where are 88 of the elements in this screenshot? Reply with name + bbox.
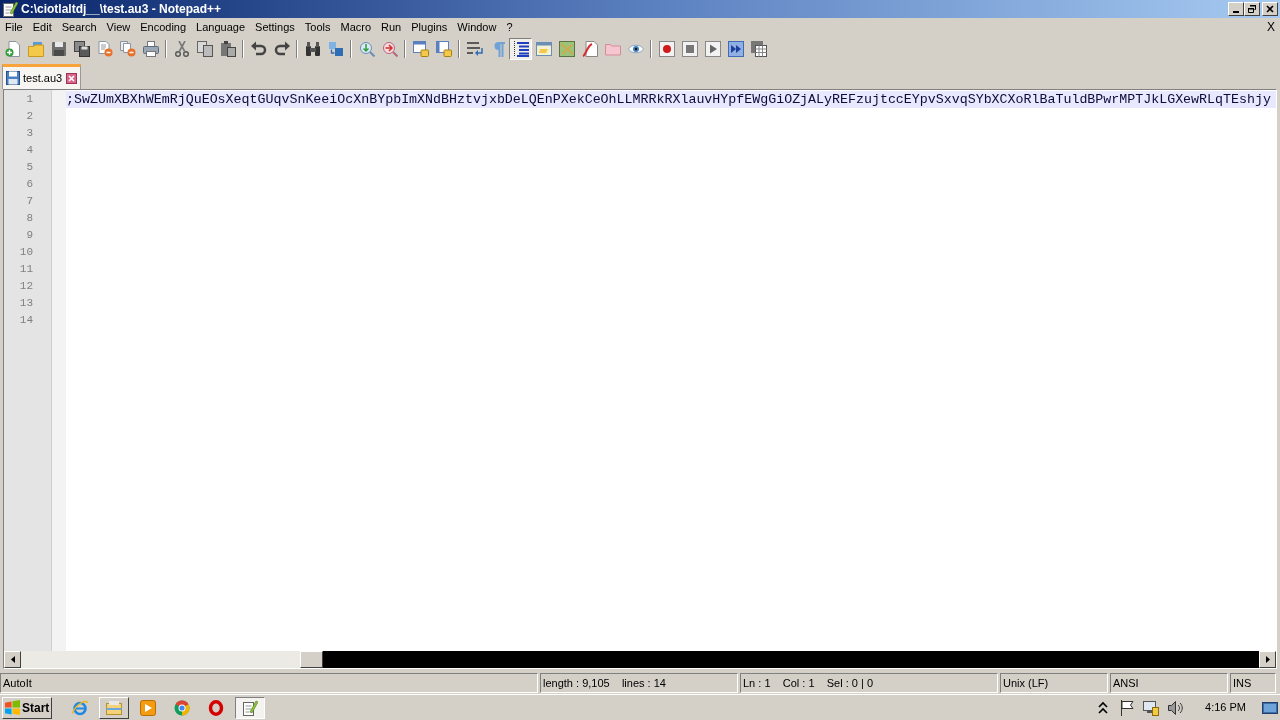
line-number: 14 [19, 315, 33, 326]
line-number: 7 [26, 196, 33, 207]
segmented-circle-icon[interactable] [174, 699, 190, 716]
line-number: 11 [19, 264, 33, 275]
line-number: 4 [26, 145, 33, 156]
notepad-icon [242, 699, 258, 716]
indent-guide-icon [512, 41, 529, 57]
line-number: 12 [19, 281, 33, 292]
play-icon[interactable] [704, 41, 721, 57]
play-tile-icon[interactable] [140, 699, 156, 716]
status-section: AutoIt [0, 673, 538, 693]
menu-item[interactable]: ? [501, 19, 518, 36]
menu-item[interactable]: Edit [27, 19, 57, 36]
line-number: 3 [26, 128, 33, 139]
undo-icon[interactable] [250, 41, 267, 57]
status-section: ANSI [1110, 673, 1228, 693]
menu-item[interactable]: Settings [250, 19, 300, 36]
right-arrow-icon [1265, 656, 1270, 663]
table-icon[interactable] [750, 41, 767, 57]
start-button[interactable]: Start [2, 696, 52, 719]
line-number: 9 [26, 230, 33, 241]
flag-icon[interactable] [1120, 699, 1137, 716]
left-arrow-icon [10, 656, 15, 663]
minimize-button[interactable] [1228, 2, 1244, 16]
redo-icon[interactable] [273, 41, 290, 57]
show-desktop-icon[interactable] [1262, 699, 1278, 716]
menu-item[interactable]: Macro [335, 19, 377, 36]
clipboard-icon[interactable] [219, 41, 236, 57]
folder-icon [106, 699, 122, 716]
document-curve-icon[interactable] [581, 41, 598, 57]
line-number: 8 [26, 213, 33, 224]
window-title: C:\ciotlaltdj__\test.au3 - Notepad++ [21, 3, 222, 15]
windows-flag-icon [5, 700, 20, 715]
fast-forward-icon[interactable] [727, 41, 744, 57]
toggle-button[interactable] [509, 38, 532, 60]
menu-item[interactable]: Encoding [135, 19, 192, 36]
menu-item[interactable]: Search [56, 19, 102, 36]
window-square-icon[interactable] [435, 41, 452, 57]
taskbar-button[interactable] [235, 696, 265, 719]
tab-close-icon[interactable] [66, 72, 78, 84]
window-icon[interactable] [535, 41, 552, 57]
line-number: 2 [26, 111, 33, 122]
menu-item[interactable]: Plugins [406, 19, 453, 36]
chevron-up-icon[interactable] [1098, 700, 1109, 715]
menu-item[interactable]: View [101, 19, 136, 36]
scissors-icon[interactable] [173, 41, 190, 57]
scroll-left-button[interactable] [4, 651, 21, 668]
menu-item[interactable]: Tools [299, 19, 336, 36]
line-number: 13 [19, 298, 33, 309]
document-minus-icon[interactable] [96, 41, 113, 57]
close-icon [1266, 5, 1274, 13]
speaker-icon[interactable] [1168, 699, 1185, 716]
line-number: 5 [26, 162, 33, 173]
new-document-icon[interactable] [4, 41, 21, 57]
status-section: Unix (LF) [1000, 673, 1108, 693]
scrollbar-thumb[interactable] [300, 651, 323, 668]
menu-item[interactable]: Language [191, 19, 251, 36]
file-tab[interactable]: test.au3 [2, 64, 82, 89]
line-number: 6 [26, 179, 33, 190]
clock: 4:16 PM [1205, 700, 1246, 716]
restore-icon [1248, 5, 1256, 13]
window-square-icon[interactable] [412, 41, 429, 57]
crossed-square-icon[interactable] [558, 41, 575, 57]
close-button[interactable] [1262, 2, 1278, 16]
menu-item[interactable]: Run [376, 19, 407, 36]
computer-icon[interactable] [1143, 699, 1160, 716]
squares-arrow-icon[interactable] [327, 41, 344, 57]
status-section: Ln : 1 Col : 1 Sel : 0 | 0 [740, 673, 998, 693]
stop-icon[interactable] [681, 41, 698, 57]
menu-item[interactable]: File [0, 19, 28, 36]
scroll-right-button[interactable] [1259, 651, 1276, 668]
line-number: 10 [19, 247, 33, 258]
code-line: ;SwZUmXBXhWEmRjQuEOsXeqtGUqvSnKeeiOcXnBYpbImXNdBHztvjxbDeLQEnPXekCeOhLLMRRkRXlauvHYpfEWgGiOZjALyREFzujtccEYpvSxvqSYbXCXoRlBaTuldBPwrMPTJkLGXewRLqTEshjy [66, 92, 1271, 107]
printer-icon[interactable] [142, 41, 159, 57]
status-section: INS [1230, 673, 1276, 693]
binoculars-icon[interactable] [304, 41, 321, 57]
notepad-icon [2, 1, 18, 17]
line-number: 1 [26, 94, 33, 105]
status-section: length : 9,105 lines : 14 [540, 673, 738, 693]
word-wrap-icon[interactable] [466, 41, 483, 57]
restore-button[interactable] [1244, 2, 1260, 16]
documents-minus-icon[interactable] [119, 41, 136, 57]
floppy-disks-icon[interactable] [73, 41, 90, 57]
menu-item[interactable]: Window [452, 19, 502, 36]
ring-icon[interactable] [208, 699, 224, 716]
record-icon[interactable] [658, 41, 675, 57]
copy-icon[interactable] [196, 41, 213, 57]
close-document-button[interactable]: X [1267, 19, 1280, 36]
